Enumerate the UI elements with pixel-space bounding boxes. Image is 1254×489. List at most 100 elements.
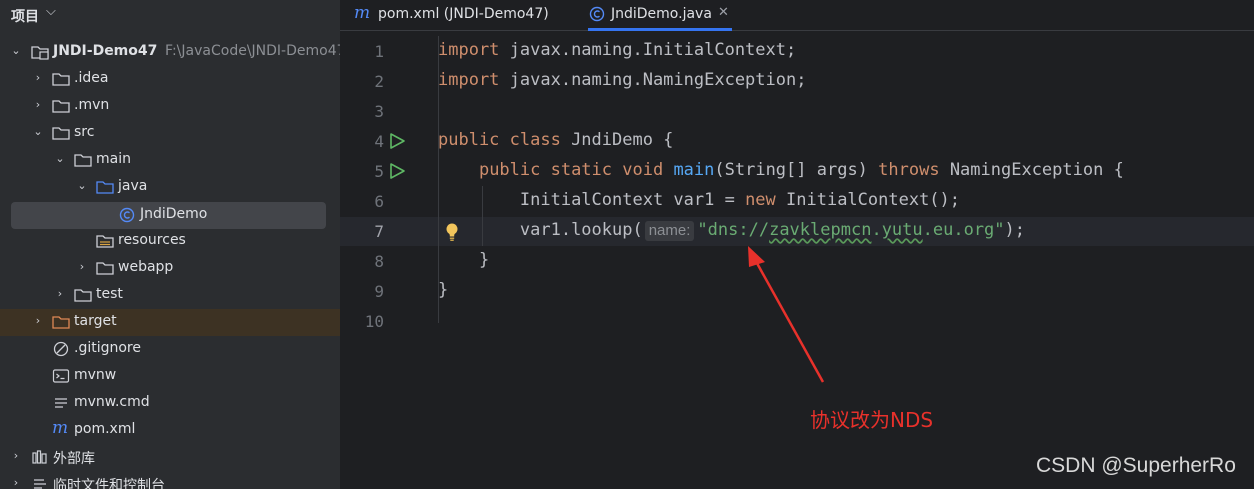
- project-panel-title[interactable]: 项目: [11, 6, 39, 26]
- tree-item-mvnw[interactable]: mvnw: [0, 363, 340, 390]
- code-text: JndiDemo {: [560, 130, 674, 150]
- line-number: 9: [374, 282, 384, 301]
- chevron-right-icon[interactable]: ›: [54, 287, 66, 300]
- tree-item-scratches[interactable]: › 临时文件和控制台: [0, 471, 340, 489]
- chevron-right-icon[interactable]: ›: [32, 98, 44, 111]
- keyword: import: [438, 40, 500, 60]
- chevron-right-icon[interactable]: ›: [10, 449, 22, 462]
- ignore-file-icon: [53, 341, 69, 357]
- tree-item-label: .gitignore: [74, 340, 141, 356]
- folder-icon: [96, 262, 114, 275]
- chevron-down-icon[interactable]: ⌄: [54, 152, 66, 165]
- tree-item-label: mvnw: [74, 367, 117, 383]
- tree-item-idea[interactable]: › .idea: [0, 66, 340, 93]
- code-line[interactable]: }: [438, 250, 489, 270]
- maven-icon: m: [52, 418, 69, 438]
- chevron-right-icon[interactable]: ›: [32, 314, 44, 327]
- code-line[interactable]: import javax.naming.InitialContext;: [438, 40, 796, 60]
- project-panel-header: 项目 ⌵: [0, 0, 340, 28]
- keyword: new: [745, 190, 776, 210]
- folder-icon: [52, 100, 70, 113]
- tree-item-label: 外部库: [53, 451, 95, 467]
- tree-item-label: test: [96, 286, 123, 302]
- chevron-down-icon[interactable]: ⌄: [10, 44, 22, 57]
- code-line[interactable]: public static void main(String[] args) t…: [438, 160, 1124, 180]
- line-number: 5: [374, 162, 384, 181]
- code-line[interactable]: InitialContext var1 = new InitialContext…: [438, 190, 960, 210]
- code-text: }: [438, 280, 449, 300]
- tree-item-src[interactable]: ⌄ src: [0, 120, 340, 147]
- project-path: F:\JavaCode\JNDI-Demo47: [165, 43, 340, 59]
- line-number: 4: [374, 132, 384, 151]
- watermark: CSDN @SuperherRo: [1036, 454, 1236, 477]
- code-text: javax.naming.InitialContext;: [499, 40, 797, 60]
- code-line[interactable]: }: [438, 280, 448, 300]
- project-panel: 项目 ⌵ ⌄ JNDI-Demo47 F:\JavaCode\JNDI-Demo…: [0, 0, 340, 489]
- function-name: main: [673, 160, 715, 180]
- string-literal: .eu.org": [922, 220, 1005, 240]
- typo-word: yutu: [881, 220, 923, 240]
- line-number: 2: [374, 72, 384, 91]
- line-number: 7: [374, 222, 384, 241]
- code-text: var1.lookup(: [519, 220, 643, 240]
- close-icon[interactable]: ✕: [718, 5, 729, 20]
- run-icon[interactable]: [388, 162, 406, 180]
- java-class-icon: [589, 6, 605, 22]
- tree-item-label: .idea: [74, 70, 109, 86]
- tree-item-webapp[interactable]: › webapp: [0, 255, 340, 282]
- code-text: );: [1004, 220, 1026, 240]
- tab-pom-xml[interactable]: m pom.xml (JNDI-Demo47): [354, 0, 564, 30]
- run-icon[interactable]: [388, 132, 406, 150]
- line-number: 3: [374, 102, 384, 121]
- keyword: import: [438, 70, 500, 90]
- tree-item-mvnw-cmd[interactable]: mvnw.cmd: [0, 390, 340, 417]
- tree-item-label: target: [74, 313, 117, 329]
- code-text: InitialContext();: [775, 190, 961, 210]
- tree-item-external-libraries[interactable]: › 外部库: [0, 444, 340, 471]
- tree-item-main[interactable]: ⌄ main: [0, 147, 340, 174]
- folder-icon: [74, 154, 92, 167]
- tree-item-pom[interactable]: m pom.xml: [0, 417, 340, 444]
- tree-item-label: 临时文件和控制台: [53, 478, 165, 489]
- code-text: javax.naming.NamingException;: [499, 70, 807, 90]
- chevron-down-icon[interactable]: ⌵: [46, 4, 56, 19]
- library-icon: [32, 450, 47, 464]
- string-literal: .: [871, 220, 882, 240]
- tree-item-label: mvnw.cmd: [74, 394, 150, 410]
- annotation-text: 协议改为NDS: [810, 408, 934, 432]
- resources-folder-icon: [96, 235, 114, 248]
- code-line[interactable]: var1.lookup(name: "dns://zavklepmcn.yutu.…: [438, 220, 1025, 241]
- code-text: InitialContext var1 =: [519, 190, 746, 210]
- line-number: 8: [374, 252, 384, 271]
- tree-item-project-root[interactable]: ⌄ JNDI-Demo47 F:\JavaCode\JNDI-Demo47: [0, 39, 340, 66]
- chevron-down-icon[interactable]: ⌄: [32, 125, 44, 138]
- code-text: NamingException {: [939, 160, 1124, 180]
- code-line[interactable]: import javax.naming.NamingException;: [438, 70, 806, 90]
- tree-item-label: .mvn: [74, 97, 110, 113]
- tab-jndidemo-java[interactable]: JndiDemo.java ✕: [588, 0, 732, 31]
- tab-label: JndiDemo.java: [611, 6, 712, 22]
- tree-item-label: resources: [118, 232, 186, 248]
- tree-item-test[interactable]: › test: [0, 282, 340, 309]
- tab-label: pom.xml (JNDI-Demo47): [378, 6, 549, 22]
- code-text: (String[] args): [714, 160, 879, 180]
- tree-item-label: JndiDemo: [140, 206, 208, 222]
- tree-item-label: webapp: [118, 259, 174, 275]
- chevron-right-icon[interactable]: ›: [76, 260, 88, 273]
- chevron-right-icon[interactable]: ›: [32, 71, 44, 84]
- code-line[interactable]: public class JndiDemo {: [438, 130, 673, 150]
- tree-item-resources[interactable]: resources: [0, 228, 340, 255]
- excluded-folder-icon: [52, 316, 70, 329]
- folder-icon: [74, 289, 92, 302]
- chevron-down-icon[interactable]: ⌄: [76, 179, 88, 192]
- code-editor[interactable]: m pom.xml (JNDI-Demo47) JndiDemo.java ✕ …: [340, 0, 1254, 489]
- tree-item-label: main: [96, 151, 131, 167]
- tree-item-java[interactable]: ⌄ java: [0, 174, 340, 201]
- tree-item-gitignore[interactable]: .gitignore: [0, 336, 340, 363]
- tree-item-mvn[interactable]: › .mvn: [0, 93, 340, 120]
- chevron-right-icon[interactable]: ›: [10, 476, 22, 489]
- parameter-hint: name:: [644, 221, 695, 241]
- tree-item-jndidemo[interactable]: JndiDemo: [0, 202, 340, 229]
- terminal-file-icon: [52, 369, 70, 383]
- tree-item-target[interactable]: › target: [0, 309, 340, 336]
